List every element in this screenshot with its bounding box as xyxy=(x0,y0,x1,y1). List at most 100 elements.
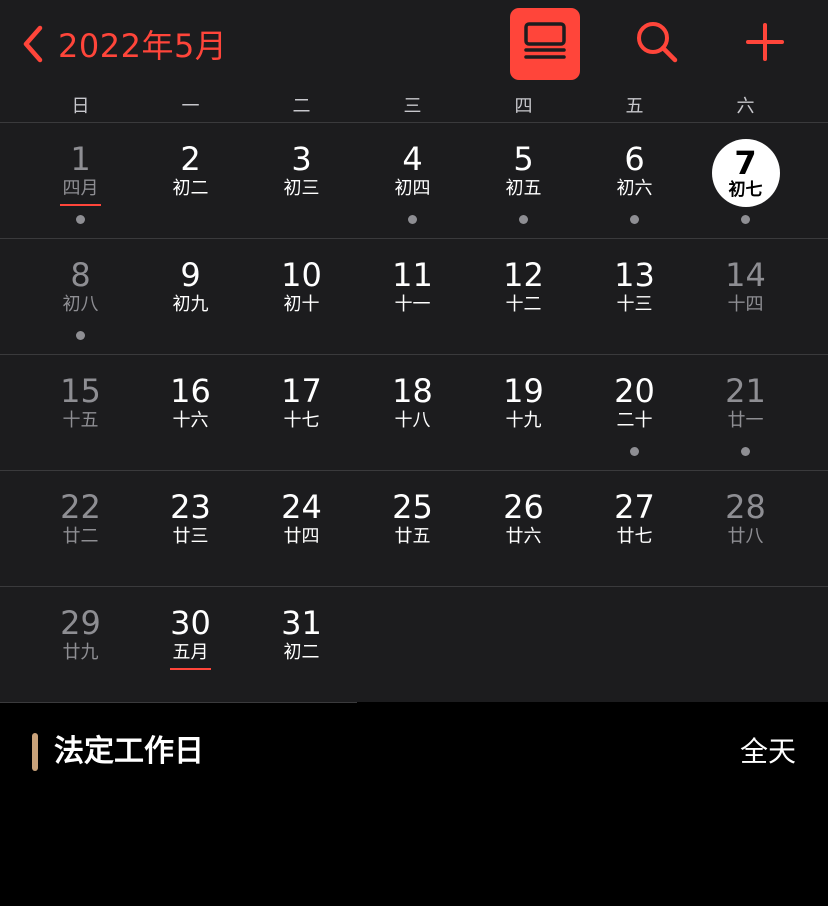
day-cell[interactable]: 25 廿五 xyxy=(357,471,468,586)
lunar-date: 二十 xyxy=(616,410,653,431)
weekday-thu: 四 xyxy=(514,96,533,117)
lunar-date: 十九 xyxy=(505,410,542,431)
day-cell[interactable]: 27 廿七 xyxy=(579,471,690,586)
lunar-date: 初六 xyxy=(616,178,653,199)
day-number: 28 xyxy=(725,488,766,526)
day-cell[interactable]: 9 初九 xyxy=(135,239,246,354)
event-dot-indicator xyxy=(741,447,750,456)
lunar-date: 廿八 xyxy=(727,526,764,547)
weekday-sun: 日 xyxy=(71,96,90,117)
lunar-date: 廿七 xyxy=(616,526,653,547)
day-cell[interactable]: 24 廿四 xyxy=(246,471,357,586)
lunar-date: 十五 xyxy=(62,410,99,431)
event-time: 全天 xyxy=(739,735,796,768)
day-number: 4 xyxy=(402,140,423,178)
day-cell[interactable]: 20 二十 xyxy=(579,355,690,470)
day-cell[interactable]: 6 初六 xyxy=(579,123,690,238)
week-row: 29 廿九 30 五月 31 初二 xyxy=(0,587,828,703)
back-button[interactable]: 2022年5月 xyxy=(20,18,227,70)
lunar-date: 初三 xyxy=(283,178,320,199)
day-cell[interactable]: 26 廿六 xyxy=(468,471,579,586)
list-view-button[interactable] xyxy=(510,8,580,80)
day-cell[interactable]: 8 初八 xyxy=(25,239,136,354)
day-cell[interactable]: 13 十三 xyxy=(579,239,690,354)
day-cell[interactable]: 11 十一 xyxy=(357,239,468,354)
lunar-date: 十四 xyxy=(727,294,764,315)
day-cell[interactable]: 14 十四 xyxy=(690,239,801,354)
day-cell[interactable]: 12 十二 xyxy=(468,239,579,354)
chevron-left-icon xyxy=(20,24,46,64)
day-number: 19 xyxy=(503,372,544,410)
weekday-header: 日 一 二 三 四 五 六 xyxy=(0,88,828,123)
lunar-date: 十三 xyxy=(616,294,653,315)
lunar-date: 廿六 xyxy=(505,526,542,547)
day-number: 20 xyxy=(614,372,655,410)
day-cell[interactable]: 30 五月 xyxy=(135,587,246,702)
lunar-date: 廿五 xyxy=(394,526,431,547)
event-title: 法定工作日 xyxy=(54,734,204,769)
day-cell[interactable]: 16 十六 xyxy=(135,355,246,470)
search-button[interactable] xyxy=(622,8,692,80)
lunar-date: 廿二 xyxy=(62,526,99,547)
event-item[interactable]: 法定工作日 全天 xyxy=(32,731,796,775)
day-cell[interactable]: 28 廿八 xyxy=(690,471,801,586)
day-cell[interactable]: 31 初二 xyxy=(246,587,357,702)
day-number: 9 xyxy=(180,256,201,294)
day-cell[interactable]: 1 四月 xyxy=(25,123,136,238)
day-cell[interactable]: 23 廿三 xyxy=(135,471,246,586)
day-number: 24 xyxy=(281,488,322,526)
lunar-date: 廿九 xyxy=(62,642,99,663)
day-cell[interactable]: 15 十五 xyxy=(25,355,136,470)
day-number: 8 xyxy=(70,256,91,294)
day-cell[interactable]: 18 十八 xyxy=(357,355,468,470)
lunar-date: 初九 xyxy=(172,294,209,315)
week-row: 15 十五 16 十六 17 十七 18 十八 19 十九 20 二十 21 廿一 xyxy=(0,355,828,471)
day-cell[interactable]: 21 廿一 xyxy=(690,355,801,470)
event-list: 法定工作日 全天 xyxy=(0,703,828,906)
day-number: 7 xyxy=(734,144,757,182)
day-number: 21 xyxy=(725,372,766,410)
day-cell[interactable]: 19 十九 xyxy=(468,355,579,470)
event-dot-indicator xyxy=(519,215,528,224)
day-number: 16 xyxy=(170,372,211,410)
lunar-month-underline xyxy=(170,668,211,670)
day-cell[interactable]: 17 十七 xyxy=(246,355,357,470)
day-number: 30 xyxy=(170,604,211,642)
weekday-wed: 三 xyxy=(403,96,422,117)
day-number: 6 xyxy=(624,140,645,178)
day-cell[interactable]: 2 初二 xyxy=(135,123,246,238)
plus-icon xyxy=(745,22,785,66)
lunar-date: 四月 xyxy=(62,178,99,199)
add-event-button[interactable] xyxy=(730,8,800,80)
lunar-date: 初四 xyxy=(394,178,431,199)
day-cell[interactable]: 5 初五 xyxy=(468,123,579,238)
nav-bar: 2022年5月 xyxy=(0,0,828,88)
day-cell[interactable]: 10 初十 xyxy=(246,239,357,354)
lunar-month-underline xyxy=(60,204,101,206)
search-icon xyxy=(634,19,680,69)
day-cell[interactable]: 22 廿二 xyxy=(25,471,136,586)
day-cell[interactable]: 29 廿九 xyxy=(25,587,136,702)
lunar-date: 十八 xyxy=(394,410,431,431)
month-title: 2022年5月 xyxy=(58,27,228,65)
day-number: 17 xyxy=(281,372,322,410)
day-number: 18 xyxy=(392,372,433,410)
event-dot-indicator xyxy=(76,215,85,224)
day-number: 22 xyxy=(60,488,101,526)
event-dot-indicator xyxy=(630,447,639,456)
day-number: 11 xyxy=(392,256,433,294)
week-row: 1 四月 2 初二 3 初三 4 初四 5 初五 6 初六 7 初七 xyxy=(0,123,828,239)
day-number: 26 xyxy=(503,488,544,526)
lunar-date: 初二 xyxy=(172,178,209,199)
day-number: 25 xyxy=(392,488,433,526)
event-dot-indicator xyxy=(408,215,417,224)
month-grid: 1 四月 2 初二 3 初三 4 初四 5 初五 6 初六 7 初七 8 初八 9 初九 10 初十 11 十一 12 十二 1… xyxy=(0,123,828,703)
day-number: 31 xyxy=(281,604,322,642)
day-number: 5 xyxy=(513,140,534,178)
lunar-date: 初二 xyxy=(283,642,320,663)
week-row: 8 初八 9 初九 10 初十 11 十一 12 十二 13 十三 14 十四 xyxy=(0,239,828,355)
day-cell[interactable]: 4 初四 xyxy=(357,123,468,238)
day-cell[interactable]: 3 初三 xyxy=(246,123,357,238)
day-cell-today[interactable]: 7 初七 xyxy=(690,123,801,238)
calendar-panel: 2022年5月 日 一 二 三 四 五 六 1 四月 2 初二 3 初三 4 初… xyxy=(0,0,828,703)
